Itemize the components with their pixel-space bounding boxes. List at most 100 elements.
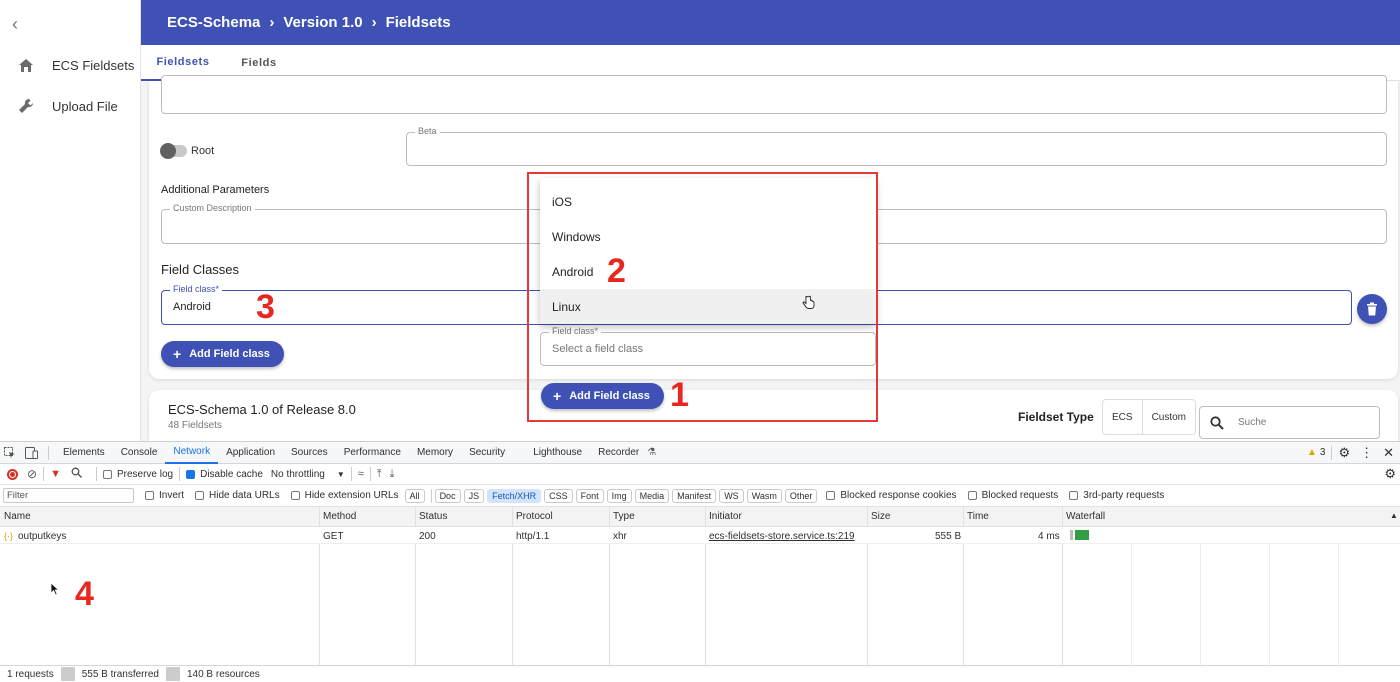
hide-data-urls-checkbox[interactable] [195,491,205,500]
blocked-response-cookies-checkbox[interactable] [826,491,836,500]
more-vertical-icon[interactable]: ⋮ [1360,445,1373,461]
chevron-left-icon[interactable]: ‹ [12,14,18,35]
col-method[interactable]: Method [323,511,356,522]
warnings-indicator[interactable]: ▲ 3 [1307,447,1325,458]
disable-cache-checkbox[interactable] [186,469,196,479]
devtools-tab-console[interactable]: Console [113,442,166,464]
col-name[interactable]: Name [4,511,31,522]
hide-extension-urls-checkbox[interactable] [290,491,300,500]
sidebar-item-ecs-fieldsets[interactable]: ECS Fieldsets [0,52,141,78]
network-settings-icon[interactable]: ⚙ [1384,466,1396,482]
annotation-number: 2 [607,252,626,290]
throttling-select[interactable]: No throttling [271,469,325,480]
chip-wasm[interactable]: Wasm [746,488,782,503]
blocked-response-cookies-label: Blocked response cookies [840,490,957,501]
download-icon[interactable]: ⤓ [390,468,395,481]
filter-icon[interactable]: ▼ [50,468,61,480]
dropdown-option-android[interactable]: Android [540,254,876,289]
toggle-knob [160,143,176,159]
release-card: ECS-Schema 1.0 of Release 8.0 48 Fieldse… [149,390,1398,441]
chip-ws[interactable]: WS [719,488,744,503]
upload-icon[interactable]: ⤒ [377,468,382,481]
search-input[interactable]: Suche [1199,406,1380,439]
chip-all[interactable]: All [404,488,425,503]
devtools-tab-lighthouse[interactable]: Lighthouse [513,442,590,464]
breadcrumb-item[interactable]: ECS-Schema [167,14,260,31]
network-filter-bar: Filter Invert Hide data URLs Hide extens… [0,485,1400,507]
chip-fetch-xhr[interactable]: Fetch/XHR [487,488,542,503]
col-time[interactable]: Time [967,511,989,522]
gear-icon[interactable]: ⚙ [1338,445,1350,461]
inspect-element-icon[interactable] [0,446,20,459]
chip-other[interactable]: Other [784,488,818,503]
chip-font[interactable]: Font [575,488,604,503]
invert-checkbox[interactable] [145,491,154,500]
chip-doc[interactable]: Doc [434,488,461,503]
table-row[interactable]: {·} outputkeys GET 200 http/1.1 xhr ecs-… [0,527,1400,544]
chip-img[interactable]: Img [606,488,632,503]
second-add-field-class-button[interactable]: + Add Field class [541,383,664,409]
network-filter-input[interactable]: Filter [3,488,134,503]
footnote-field[interactable] [161,75,1387,114]
col-initiator[interactable]: Initiator [709,511,742,522]
dropdown-option-linux[interactable]: Linux [540,289,876,324]
close-icon[interactable]: ✕ [1383,445,1394,461]
delete-field-class-button[interactable] [1357,294,1387,324]
col-waterfall[interactable]: Waterfall [1066,511,1105,522]
devtools-tab-recorder[interactable]: Recorder [590,442,647,464]
annotation-number: 3 [256,288,275,326]
devtools-tab-security[interactable]: Security [461,442,513,464]
flask-icon: ⚗ [647,447,657,458]
divider [60,667,75,681]
second-field-class-placeholder: Select a field class [552,343,644,355]
sidebar-item-upload-file[interactable]: Upload File [0,93,141,119]
divider [179,467,181,481]
divider [95,467,97,481]
preserve-log-checkbox[interactable] [102,469,112,479]
col-protocol[interactable]: Protocol [516,511,553,522]
devtools-tab-memory[interactable]: Memory [409,442,461,464]
xhr-icon: {·} [4,531,14,541]
col-status[interactable]: Status [419,511,447,522]
request-initiator-link[interactable]: ecs-fieldsets-store.service.ts:219 [709,531,855,542]
mouse-pointer-icon [50,582,60,596]
beta-field[interactable]: Beta [406,126,1387,166]
device-toolbar-icon[interactable] [20,446,42,459]
network-request-table: Name Method Status Protocol Type Initiat… [0,507,1400,665]
col-size[interactable]: Size [871,511,890,522]
third-party-requests-label: 3rd-party requests [1083,490,1165,501]
blocked-requests-checkbox[interactable] [967,491,977,500]
wrench-icon [0,97,52,115]
second-field-class-select[interactable]: Field class* Select a field class [540,326,876,366]
devtools-tab-application[interactable]: Application [218,442,283,464]
fieldset-type-label: Fieldset Type [1018,410,1094,424]
type-option-custom[interactable]: Custom [1141,400,1195,434]
chip-media[interactable]: Media [634,488,670,503]
network-conditions-icon[interactable]: ≈ [358,468,364,480]
chip-js[interactable]: JS [463,488,485,503]
dropdown-option-ios[interactable]: iOS [540,184,876,219]
annotation-number: 1 [670,376,689,414]
col-type[interactable]: Type [613,511,635,522]
devtools-tab-performance[interactable]: Performance [336,442,409,464]
chip-manifest[interactable]: Manifest [672,488,717,503]
trash-icon [1367,302,1377,316]
request-name[interactable]: outputkeys [18,531,66,542]
request-size: 555 B [935,531,962,542]
third-party-requests-checkbox[interactable] [1069,491,1079,500]
dropdown-option-windows[interactable]: Windows [540,219,876,254]
breadcrumb-item[interactable]: Version 1.0 [283,14,362,31]
clear-icon[interactable]: ⊘ [27,467,37,481]
search-icon[interactable] [71,467,82,481]
devtools-tab-elements[interactable]: Elements [55,442,113,464]
waterfall-gridline [1200,527,1201,665]
chip-css[interactable]: CSS [544,488,573,503]
status-resources: 140 B resources [186,668,260,680]
root-toggle[interactable]: Root [160,143,214,159]
add-field-class-button[interactable]: + Add Field class [161,341,284,367]
record-icon[interactable] [7,468,18,480]
devtools-tab-sources[interactable]: Sources [283,442,336,464]
type-option-ecs[interactable]: ECS [1103,400,1142,434]
toggle-track [160,143,187,159]
devtools-tab-network[interactable]: Network [165,442,219,464]
